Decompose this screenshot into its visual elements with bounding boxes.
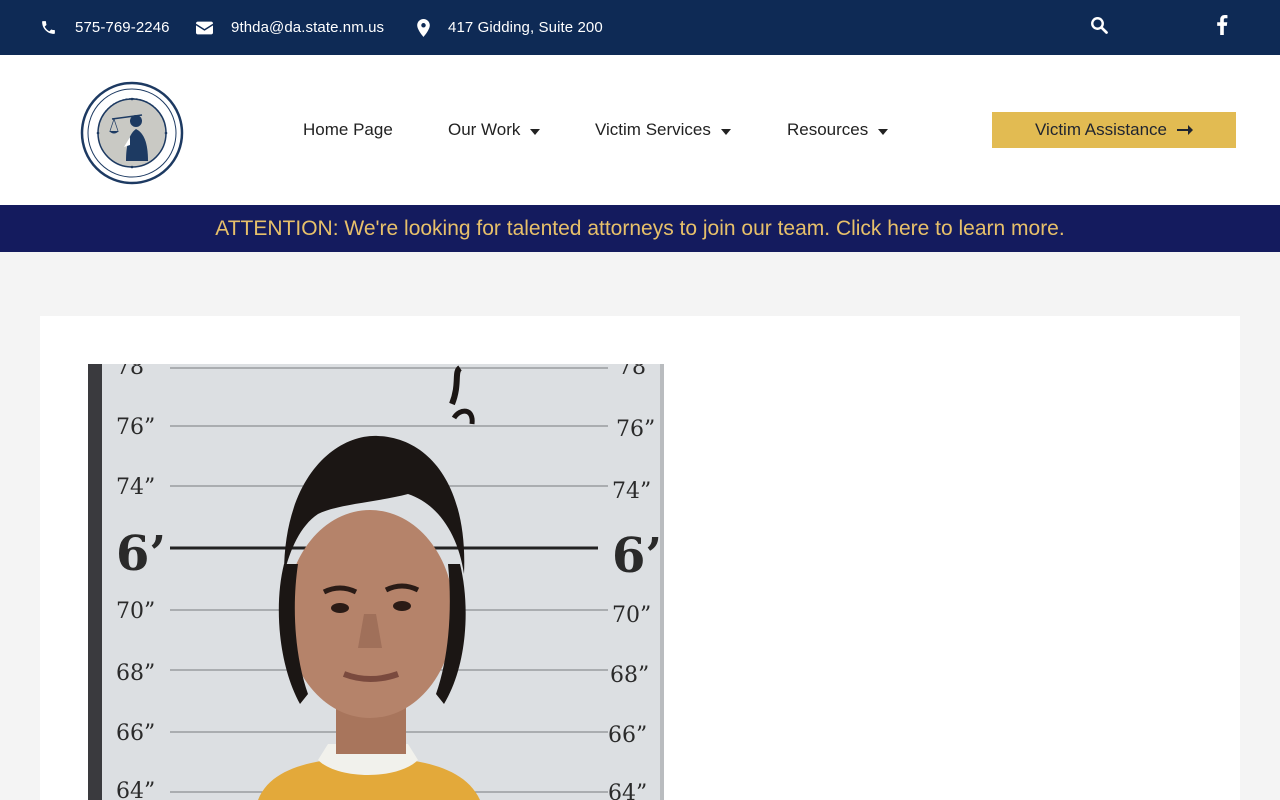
nav-label[interactable]: Resources [787,120,868,140]
phone-icon [40,19,57,36]
content-card: 78 78 76” 76” 74” 74” 6’ 6’ 70” 70” 68” … [40,316,1240,800]
site-header: Home Page Our Work Victim Services Resou… [0,55,1280,205]
cta-label: Victim Assistance [1035,120,1167,139]
address-contact[interactable]: 417 Gidding, Suite 200 [417,0,603,55]
height-label: 66” [116,721,155,746]
caret-down-icon [878,120,889,140]
facebook-icon [1216,15,1228,40]
nav-label[interactable]: Our Work [448,120,520,140]
top-contact-bar: 575-769-2246 9thda@da.state.nm.us 417 Gi… [0,0,1280,55]
attention-banner[interactable]: ATTENTION: We're looking for talented at… [0,205,1280,252]
nav-item-resources[interactable]: Resources [787,55,889,205]
envelope-icon [196,21,213,35]
height-label: 70” [116,599,155,624]
height-label: 74” [116,475,155,500]
email-contact[interactable]: 9thda@da.state.nm.us [196,0,384,55]
height-label: 76” [616,417,655,442]
email-address[interactable]: 9thda@da.state.nm.us [231,19,384,36]
height-label: 64” [608,781,647,800]
phone-number[interactable]: 575-769-2246 [75,19,170,36]
caret-down-icon [530,120,541,140]
nav-item-home[interactable]: Home Page [303,55,393,205]
phone-contact[interactable]: 575-769-2246 [40,0,170,55]
search-icon [1090,16,1108,39]
height-label: 76” [116,415,155,440]
attention-banner-text[interactable]: ATTENTION: We're looking for talented at… [215,217,1064,241]
nav-item-victim-services[interactable]: Victim Services [595,55,731,205]
search-button[interactable] [1090,0,1108,55]
map-pin-icon [417,18,430,37]
arrow-right-icon [1167,120,1193,140]
nav-label[interactable]: Home Page [303,120,393,140]
facebook-link[interactable] [1216,0,1228,55]
nav-item-our-work[interactable]: Our Work [448,55,541,205]
victim-assistance-button[interactable]: Victim Assistance [992,112,1236,148]
height-label: 64” [116,779,155,800]
height-label: 70” [612,603,651,628]
height-label: 6’ [116,526,166,582]
caret-down-icon [720,120,731,140]
street-address[interactable]: 417 Gidding, Suite 200 [448,19,603,36]
height-label: 78 [618,364,646,380]
height-label: 68” [610,663,649,688]
height-label: 6’ [612,528,662,584]
height-label: 68” [116,661,155,686]
booking-photo: 78 78 76” 76” 74” 74” 6’ 6’ 70” 70” 68” … [88,364,664,800]
site-logo[interactable] [80,81,184,185]
booking-photo-graphic: 78 78 76” 76” 74” 74” 6’ 6’ 70” 70” 68” … [88,364,664,800]
height-label: 66” [608,723,647,748]
nav-label[interactable]: Victim Services [595,120,711,140]
height-label: 78 [116,364,144,380]
height-label: 74” [612,479,651,504]
